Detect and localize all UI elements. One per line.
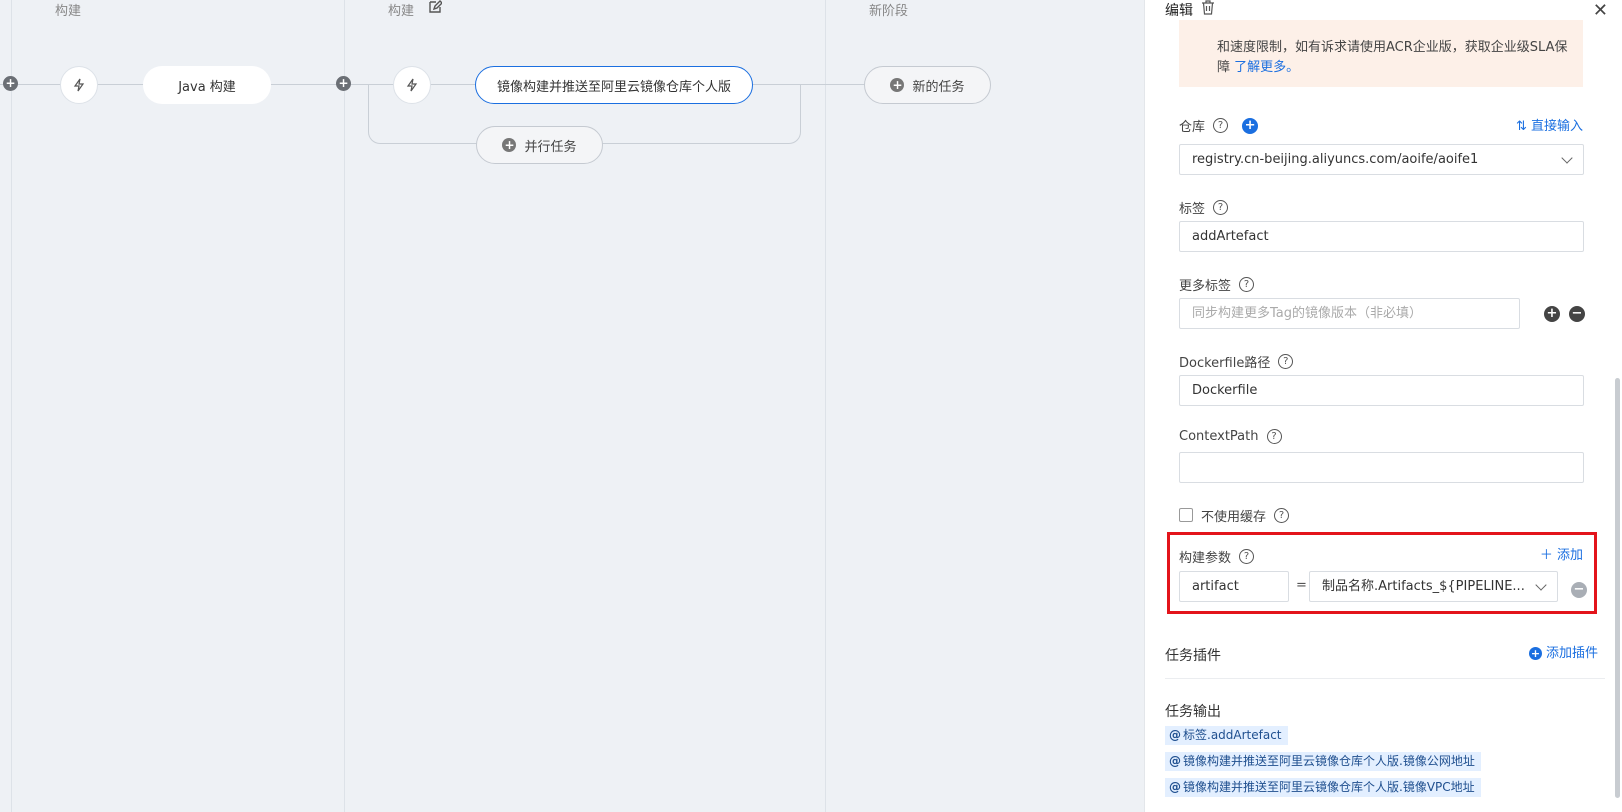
chevron-down-icon (1561, 152, 1573, 164)
plus-icon: + (1528, 647, 1542, 660)
outputs-title: 任务输出 (1165, 704, 1221, 720)
section-divider (1165, 678, 1605, 679)
field-label: 仓库 (1179, 120, 1206, 135)
build-arg-key-input[interactable]: artifact (1179, 571, 1289, 602)
output-tag[interactable]: @ 镜像构建并推送至阿里云镜像仓库个人版.镜像VPC地址 (1165, 778, 1481, 797)
stage-divider (344, 0, 345, 812)
pipeline-canvas: 构建 构建 新阶段 + + Java 构建 镜像构建并推送至阿里云镜像仓库个人版… (0, 0, 1144, 812)
stage-title[interactable]: 构建 (388, 0, 414, 19)
no-cache-checkbox[interactable] (1179, 508, 1193, 522)
remove-build-arg-button[interactable]: − (1571, 582, 1587, 598)
panel-title: 编辑 (1165, 3, 1193, 19)
context-path-label: ContextPath ? (1179, 429, 1282, 444)
equals-sign: = (1296, 578, 1307, 593)
task-label: 并行任务 (524, 139, 577, 155)
chevron-down-icon (1535, 579, 1547, 591)
stage-title[interactable]: 新阶段 (869, 0, 908, 19)
close-icon[interactable]: ✕ (1593, 0, 1608, 21)
plus-icon: + (502, 138, 517, 152)
no-cache-label: 不使用缓存 ? (1201, 506, 1290, 525)
remove-tag-button[interactable]: − (1569, 306, 1585, 322)
scrollbar[interactable] (1615, 378, 1620, 798)
help-icon[interactable]: ? (1239, 549, 1255, 564)
add-plugin-link[interactable]: + 添加插件 (1528, 642, 1598, 661)
add-build-arg-link[interactable]: ＋ 添加 (1540, 544, 1583, 563)
build-arg-value: 制品名称.Artifacts_${PIPELINE... (1322, 579, 1525, 594)
add-stage-button[interactable]: + (336, 76, 351, 91)
output-tag[interactable]: @ 标签.addArtefact (1165, 726, 1288, 745)
task-label: 镜像构建并推送至阿里云镜像仓库个人版 (496, 79, 731, 95)
task-java-build[interactable]: Java 构建 (143, 66, 271, 104)
parallel-task-button[interactable]: + 并行任务 (476, 126, 603, 164)
at-icon: @ (1169, 728, 1181, 742)
repo-value: registry.cn-beijing.aliyuncs.com/aoife/a… (1192, 152, 1479, 167)
at-icon: @ (1169, 754, 1181, 768)
tag-input[interactable]: addArtefact (1179, 221, 1584, 252)
direct-input-link[interactable]: ⇅ 直接输入 (1516, 115, 1583, 134)
task-label: 新的任务 (912, 79, 965, 95)
dockerfile-label: Dockerfile路径 ? (1179, 352, 1294, 371)
stage-divider (825, 0, 826, 812)
more-tags-label: 更多标签 ? (1179, 275, 1255, 294)
task-image-build[interactable]: 镜像构建并推送至阿里云镜像仓库个人版 (475, 66, 753, 104)
tag-label: 标签 ? (1179, 198, 1229, 217)
lightning-icon[interactable] (393, 66, 431, 104)
repo-label: 仓库 ? + (1179, 116, 1259, 135)
plus-icon: + (890, 78, 905, 92)
help-icon[interactable]: ? (1266, 429, 1282, 444)
help-icon[interactable]: ? (1278, 354, 1294, 369)
plugins-title: 任务插件 (1165, 648, 1221, 664)
task-label: Java 构建 (178, 79, 236, 95)
edit-icon[interactable] (428, 0, 442, 14)
stage-title: 构建 (55, 4, 82, 19)
add-tag-button[interactable]: + (1544, 306, 1560, 322)
build-arg-value-select[interactable]: 制品名称.Artifacts_${PIPELINE... (1309, 571, 1558, 602)
warning-notice: 和速度限制，如有诉求请使用ACR企业版，获取企业级SLA保障 了解更多。 (1179, 20, 1583, 87)
add-stage-button[interactable]: + (3, 76, 18, 91)
build-args-label: 构建参数 ? (1179, 547, 1255, 566)
add-repo-icon[interactable]: + (1242, 117, 1259, 134)
at-icon: @ (1169, 780, 1181, 794)
dockerfile-input[interactable]: Dockerfile (1179, 375, 1584, 406)
context-path-input[interactable] (1179, 452, 1584, 483)
output-tag[interactable]: @ 镜像构建并推送至阿里云镜像仓库个人版.镜像公网地址 (1165, 752, 1481, 771)
repo-select[interactable]: registry.cn-beijing.aliyuncs.com/aoife/a… (1179, 144, 1584, 175)
learn-more-link[interactable]: 了解更多。 (1234, 60, 1299, 75)
help-icon[interactable]: ? (1213, 118, 1229, 133)
help-icon[interactable]: ? (1274, 508, 1290, 523)
more-tags-input[interactable]: 同步构建更多Tag的镜像版本（非必填） (1179, 298, 1520, 329)
help-icon[interactable]: ? (1213, 200, 1229, 215)
new-task-button[interactable]: + 新的任务 (864, 66, 991, 104)
task-edit-panel: 编辑 ✕ 和速度限制，如有诉求请使用ACR企业版，获取企业级SLA保障 了解更多… (1144, 0, 1622, 812)
stage-divider (11, 0, 12, 812)
trash-icon[interactable] (1201, 0, 1215, 15)
lightning-icon[interactable] (60, 66, 98, 104)
help-icon[interactable]: ? (1239, 277, 1255, 292)
